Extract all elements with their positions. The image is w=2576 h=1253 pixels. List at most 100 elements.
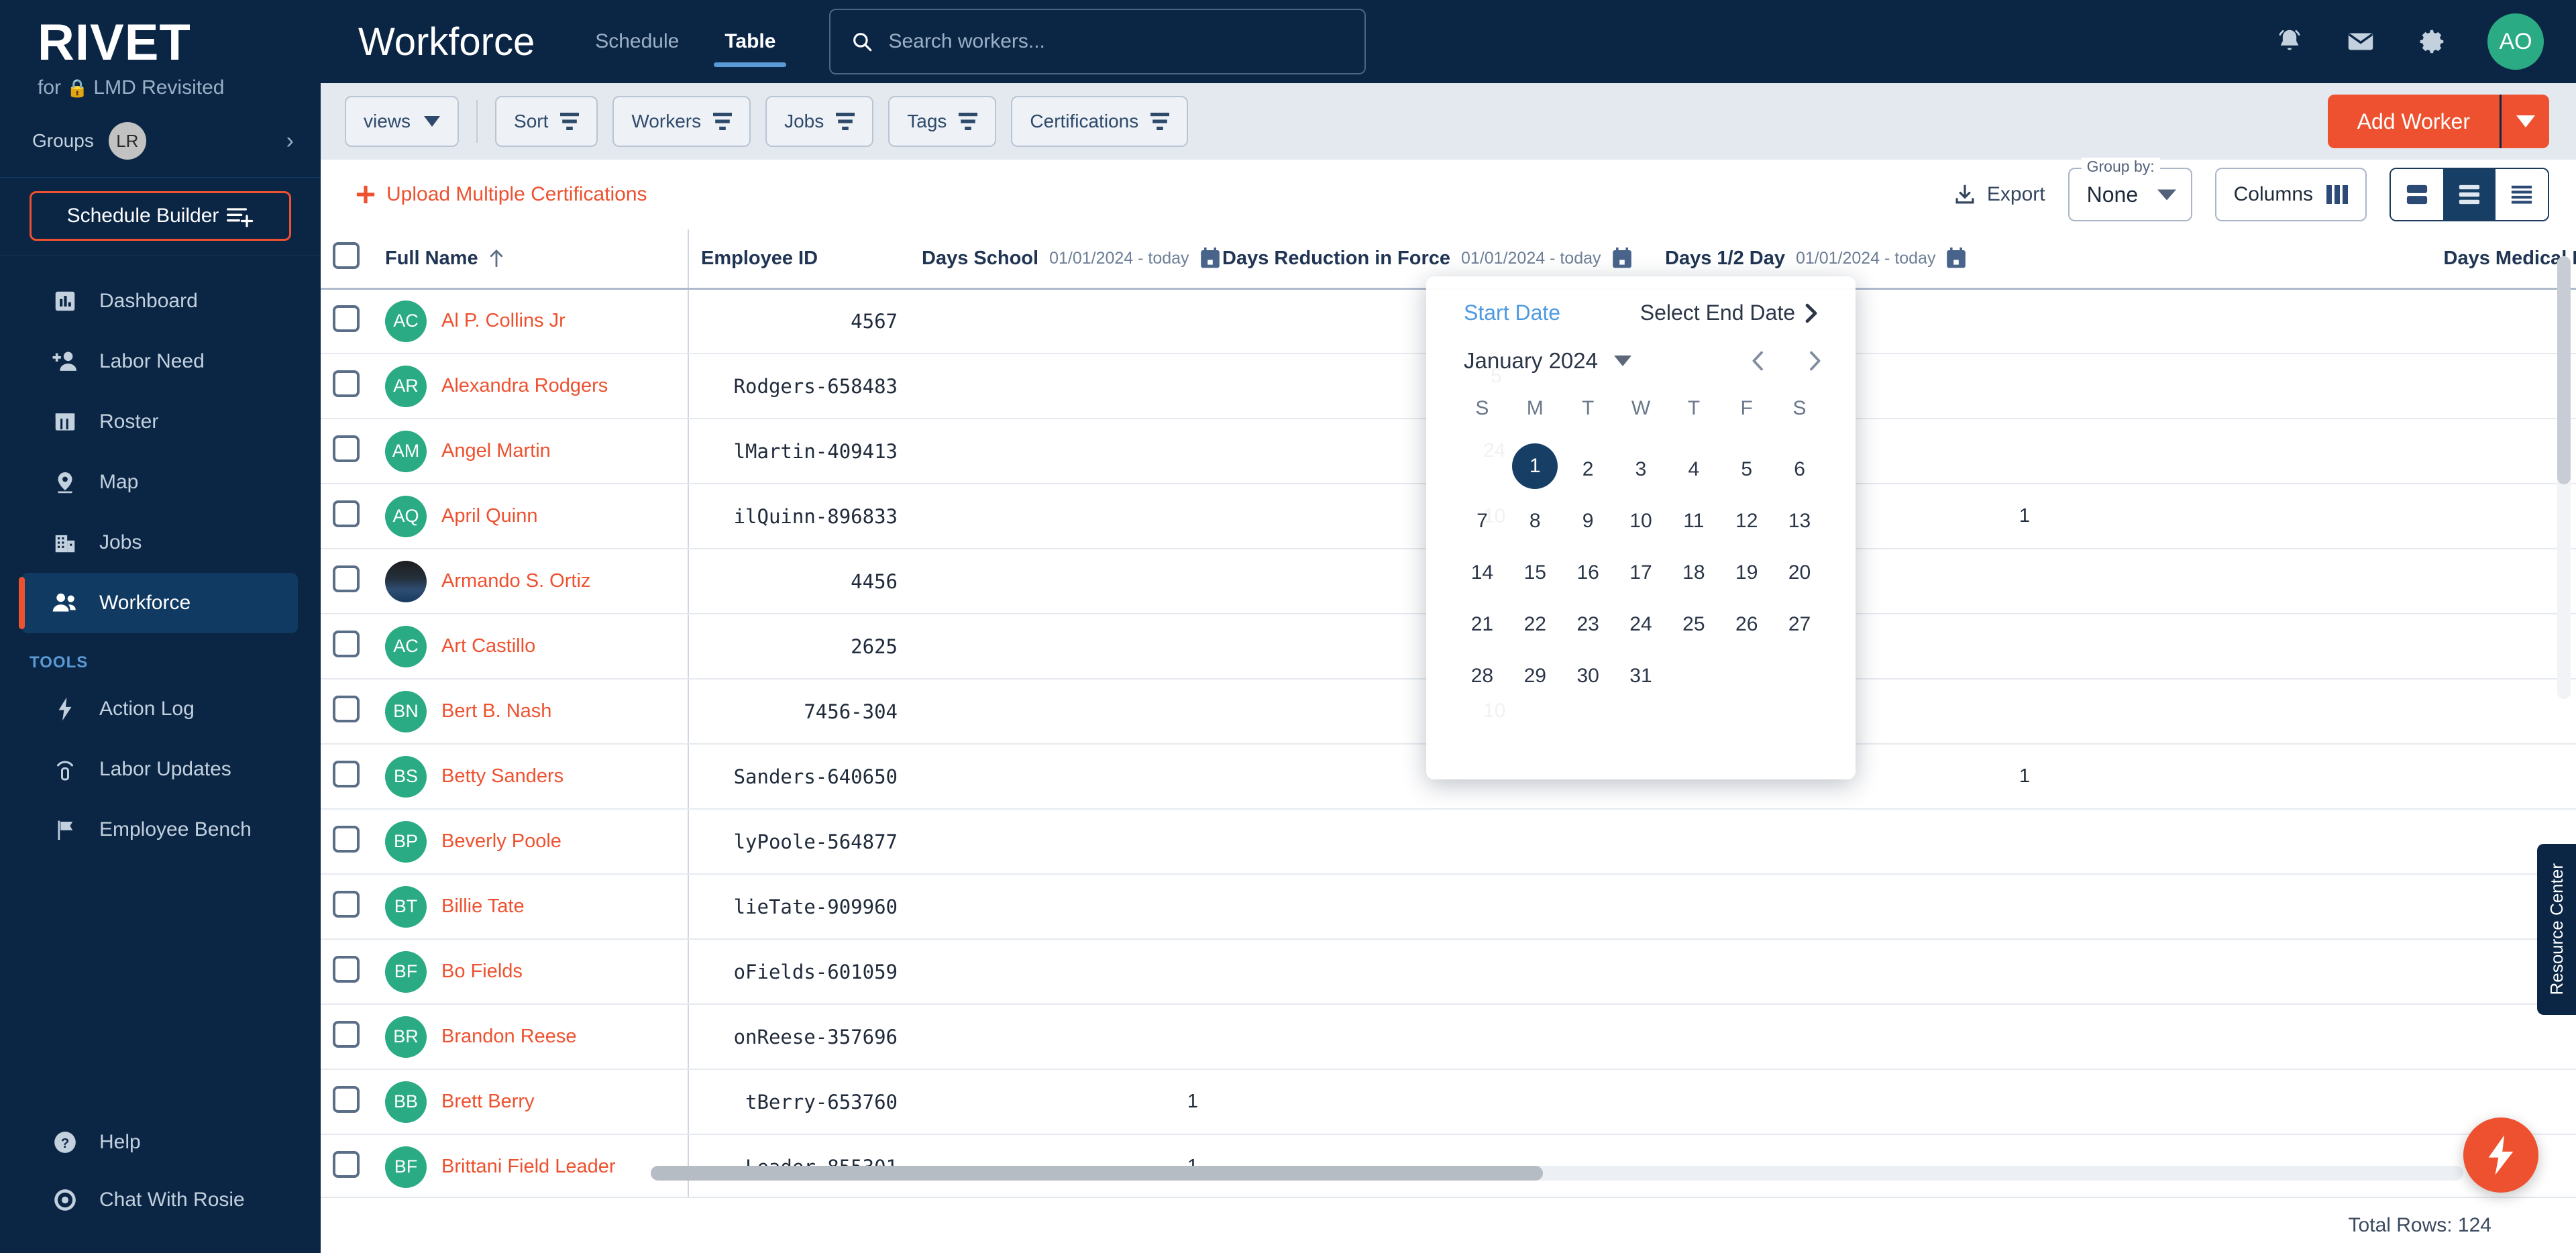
datepicker-month-selector[interactable]: January 2024 bbox=[1464, 348, 1631, 374]
row-select-cell[interactable] bbox=[321, 549, 373, 614]
datepicker-day-16[interactable]: 16 bbox=[1562, 547, 1615, 598]
views-dropdown[interactable]: views bbox=[345, 96, 460, 147]
select-all-checkbox[interactable] bbox=[333, 242, 360, 270]
table-vertical-scrollbar[interactable] bbox=[2557, 256, 2571, 699]
row-select-cell[interactable] bbox=[321, 614, 373, 679]
row-select-cell[interactable] bbox=[321, 353, 373, 419]
datepicker-day-24[interactable]: 24 bbox=[1615, 598, 1668, 650]
worker-name-link[interactable]: Armando S. Ortiz bbox=[441, 570, 590, 592]
datepicker-day-27[interactable]: 27 bbox=[1773, 598, 1826, 650]
chevron-left-icon[interactable] bbox=[1751, 350, 1766, 372]
add-worker-button[interactable]: Add Worker bbox=[2327, 95, 2500, 148]
row-select-cell[interactable] bbox=[321, 1069, 373, 1135]
notifications-bell-icon[interactable] bbox=[2274, 26, 2305, 57]
datepicker-day-23[interactable]: 23 bbox=[1562, 598, 1615, 650]
datepicker-day-18[interactable]: 18 bbox=[1667, 547, 1720, 598]
mail-icon[interactable] bbox=[2345, 26, 2376, 57]
datepicker-day-30[interactable]: 30 bbox=[1562, 650, 1615, 702]
row-name-cell[interactable]: BT Billie Tate bbox=[373, 874, 689, 940]
worker-name-link[interactable]: Beverly Poole bbox=[441, 830, 561, 853]
density-comfortable-icon[interactable] bbox=[2391, 169, 2443, 220]
table-row[interactable]: BF Bo Fields oFields-601059 bbox=[321, 939, 2576, 1005]
density-standard-icon[interactable] bbox=[2443, 169, 2496, 220]
row-name-cell[interactable]: AR Alexandra Rodgers bbox=[373, 353, 689, 419]
datepicker-day-5[interactable]: 5 bbox=[1720, 443, 1773, 495]
group-by-dropdown[interactable]: Group by: None bbox=[2068, 158, 2192, 221]
row-checkbox[interactable] bbox=[333, 630, 360, 657]
datepicker-end-date-tab[interactable]: Select End Date bbox=[1640, 301, 1818, 325]
worker-name-link[interactable]: Bo Fields bbox=[441, 961, 523, 983]
row-checkbox[interactable] bbox=[333, 890, 360, 918]
datepicker-day-11[interactable]: 11 bbox=[1667, 495, 1720, 547]
filter-certifications-button[interactable]: Certifications bbox=[1011, 96, 1189, 147]
sidebar-item-employee-bench[interactable]: Employee Bench bbox=[21, 800, 298, 860]
row-checkbox[interactable] bbox=[333, 825, 360, 853]
datepicker-day-10[interactable]: 10 bbox=[1615, 495, 1668, 547]
sidebar-item-help[interactable]: ? Help bbox=[21, 1113, 298, 1171]
add-worker-dropdown-button[interactable] bbox=[2500, 95, 2549, 148]
row-name-cell[interactable]: BB Brett Berry bbox=[373, 1069, 689, 1135]
worker-name-link[interactable]: April Quinn bbox=[441, 505, 537, 527]
table-row[interactable]: BR Brandon Reese onReese-357696 bbox=[321, 1004, 2576, 1070]
row-checkbox[interactable] bbox=[333, 370, 360, 397]
upload-multiple-certifications-link[interactable]: Upload Multiple Certifications bbox=[356, 183, 647, 206]
row-name-cell[interactable]: AM Angel Martin bbox=[373, 419, 689, 484]
filter-tags-button[interactable]: Tags bbox=[888, 96, 997, 147]
sidebar-item-labor-updates[interactable]: Labor Updates bbox=[21, 739, 298, 800]
datepicker-start-date-tab[interactable]: Start Date bbox=[1464, 301, 1560, 325]
row-select-cell[interactable] bbox=[321, 744, 373, 810]
filter-sort-button[interactable]: Sort bbox=[495, 96, 598, 147]
row-select-cell[interactable] bbox=[321, 1134, 373, 1197]
header-full-name[interactable]: Full Name bbox=[373, 229, 689, 290]
row-checkbox[interactable] bbox=[333, 955, 360, 983]
columns-button[interactable]: Columns bbox=[2214, 168, 2367, 221]
row-name-cell[interactable]: BN Bert B. Nash bbox=[373, 679, 689, 745]
datepicker-day-20[interactable]: 20 bbox=[1773, 547, 1826, 598]
calendar-icon[interactable] bbox=[1946, 248, 1966, 269]
datepicker-day-6[interactable]: 6 bbox=[1773, 443, 1826, 495]
datepicker-day-22[interactable]: 22 bbox=[1509, 598, 1562, 650]
worker-name-link[interactable]: Brandon Reese bbox=[441, 1026, 577, 1048]
header-select-all[interactable] bbox=[321, 229, 373, 290]
sidebar-item-jobs[interactable]: Jobs bbox=[21, 512, 298, 573]
sidebar-item-map[interactable]: Map bbox=[21, 452, 298, 512]
date-range-picker-popup[interactable]: Start Date Select End Date January 2024 bbox=[1426, 276, 1856, 779]
row-checkbox[interactable] bbox=[333, 435, 360, 462]
sidebar-item-workforce[interactable]: Workforce bbox=[19, 573, 298, 633]
row-select-cell[interactable] bbox=[321, 419, 373, 484]
row-checkbox[interactable] bbox=[333, 305, 360, 332]
datepicker-day-7[interactable]: 7 bbox=[1456, 495, 1509, 547]
row-select-cell[interactable] bbox=[321, 1004, 373, 1070]
sidebar-item-dashboard[interactable]: Dashboard bbox=[21, 271, 298, 331]
table-horizontal-scroll-thumb[interactable] bbox=[651, 1166, 1543, 1181]
worker-name-link[interactable]: Billie Tate bbox=[441, 895, 525, 918]
datepicker-day-19[interactable]: 19 bbox=[1720, 547, 1773, 598]
worker-name-link[interactable]: Betty Sanders bbox=[441, 765, 564, 787]
row-name-cell[interactable]: BF Brittani Field Leader bbox=[373, 1134, 689, 1197]
row-checkbox[interactable] bbox=[333, 500, 360, 527]
row-name-cell[interactable]: BF Bo Fields bbox=[373, 939, 689, 1005]
density-compact-icon[interactable] bbox=[2496, 169, 2548, 220]
tab-table[interactable]: Table bbox=[702, 0, 798, 83]
filter-jobs-button[interactable]: Jobs bbox=[765, 96, 874, 147]
sidebar-item-chat-with-rosie[interactable]: Chat With Rosie bbox=[21, 1171, 298, 1229]
row-name-cell[interactable]: AQ April Quinn bbox=[373, 484, 689, 549]
table-row[interactable]: BP Beverly Poole lyPoole-564877 bbox=[321, 809, 2576, 875]
table-row[interactable]: BT Billie Tate lieTate-909960 bbox=[321, 874, 2576, 940]
calendar-icon[interactable] bbox=[1200, 248, 1220, 269]
row-select-cell[interactable] bbox=[321, 288, 373, 354]
worker-name-link[interactable]: Angel Martin bbox=[441, 440, 551, 462]
search-input[interactable]: Search workers... bbox=[829, 9, 1366, 74]
worker-name-link[interactable]: Art Castillo bbox=[441, 635, 535, 657]
row-select-cell[interactable] bbox=[321, 874, 373, 940]
datepicker-day-15[interactable]: 15 bbox=[1509, 547, 1562, 598]
datepicker-day-28[interactable]: 28 bbox=[1456, 650, 1509, 702]
datepicker-day-9[interactable]: 9 bbox=[1562, 495, 1615, 547]
header-days-medical-leave[interactable]: Days Medical Leave 01/01/2 bbox=[2042, 229, 2576, 290]
calendar-icon[interactable] bbox=[1612, 248, 1632, 269]
row-name-cell[interactable]: BS Betty Sanders bbox=[373, 744, 689, 810]
datepicker-day-26[interactable]: 26 bbox=[1720, 598, 1773, 650]
datepicker-day-3[interactable]: 3 bbox=[1615, 443, 1668, 495]
worker-name-link[interactable]: Al P. Collins Jr bbox=[441, 310, 566, 332]
row-select-cell[interactable] bbox=[321, 679, 373, 745]
